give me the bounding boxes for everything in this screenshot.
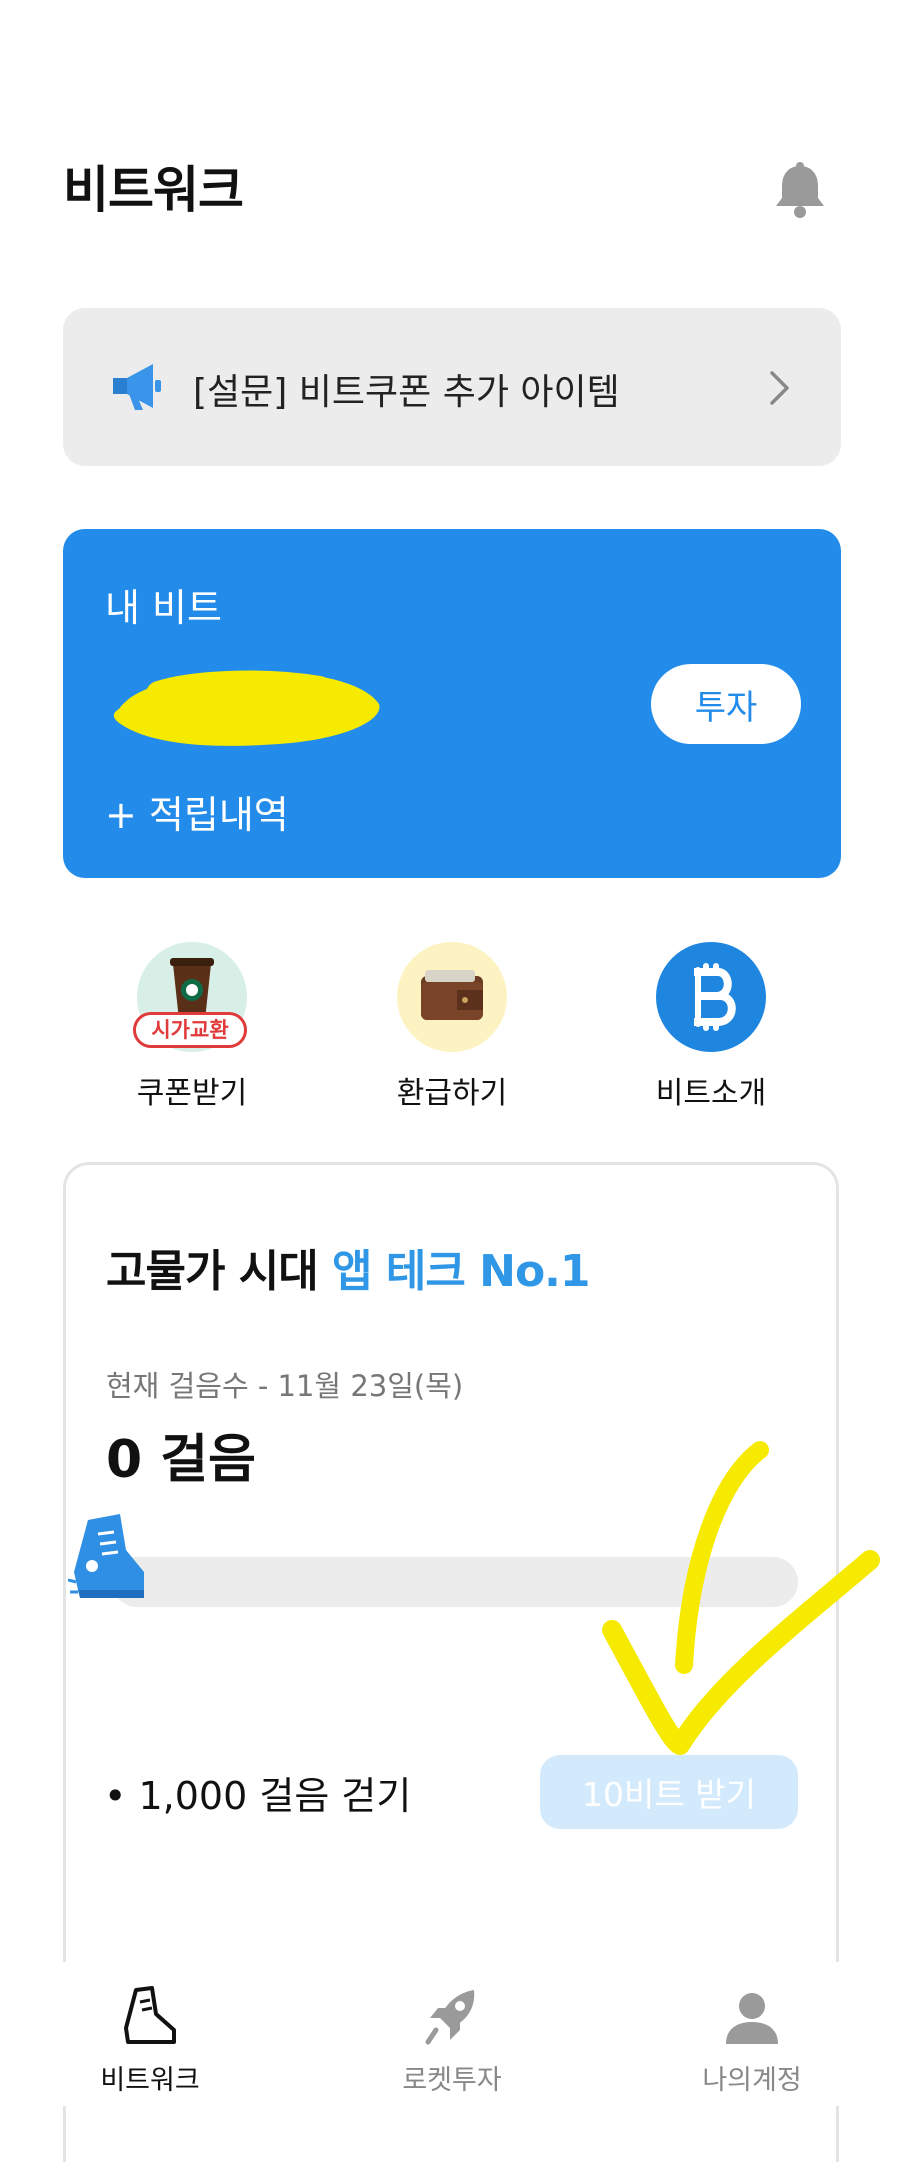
coupon-badge: 시가교환 [133, 1012, 247, 1048]
history-link[interactable]: + 적립내역 [105, 784, 289, 839]
nav-bitwork-label: 비트워크 [100, 2065, 200, 2096]
survey-banner[interactable]: [설문] 비트쿠폰 추가 아이템 [63, 308, 841, 466]
step-progress-bar [112, 1557, 798, 1607]
invest-button[interactable]: 투자 [651, 664, 801, 744]
my-bit-label: 내 비트 [105, 586, 222, 630]
banner-text: [설문] 비트쿠폰 추가 아이템 [193, 372, 620, 413]
coupon-shortcut[interactable]: 시가교환 쿠폰받기 [92, 942, 292, 1112]
megaphone-icon [107, 358, 165, 416]
nav-my-account[interactable]: 나의계정 [652, 1984, 852, 2097]
coffee-cup-icon: 시가교환 [133, 942, 247, 1052]
coupon-label: 쿠폰받기 [136, 1076, 248, 1111]
walk-heading-prefix: 고물가 시대 [106, 1246, 319, 1297]
bell-icon[interactable] [770, 160, 830, 220]
nav-bitwork[interactable]: 비트워크 [50, 1984, 250, 2097]
nav-rocket-invest[interactable]: 로켓투자 [352, 1984, 552, 2097]
refund-label: 환급하기 [396, 1076, 508, 1111]
bottom-nav: 비트워크 로켓투자 나의계정 [0, 1962, 904, 2106]
page-title: 비트워크 [63, 161, 244, 219]
nav-rocket-label: 로켓투자 [402, 2065, 502, 2096]
my-bit-card: 내 비트 투자 + 적립내역 [63, 529, 841, 878]
chevron-right-icon [767, 368, 793, 408]
bit-intro-shortcut[interactable]: 비트소개 [611, 942, 811, 1112]
bitcoin-icon [656, 942, 766, 1052]
person-icon [726, 1993, 778, 2044]
rocket-icon [425, 1990, 475, 2045]
balance-redaction [99, 649, 399, 759]
claim-bits-button[interactable]: 10비트 받기 [540, 1755, 798, 1829]
sneaker-icon [67, 1510, 148, 1610]
walk-heading-accent: 앱 테크 No.1 [332, 1246, 590, 1297]
bit-intro-label: 비트소개 [655, 1076, 767, 1111]
step-date: 현재 걸음수 - 11월 23일(목) [106, 1369, 464, 1403]
walk-task: • 1,000 걸음 걷기 [104, 1774, 412, 1818]
wallet-icon [397, 942, 507, 1052]
nav-account-label: 나의계정 [702, 2065, 802, 2096]
step-count: 0 걸음 [106, 1430, 256, 1490]
sneaker-icon [124, 1986, 176, 2044]
walk-heading: 고물가 시대 앱 테크 No.1 [106, 1235, 591, 1299]
refund-shortcut[interactable]: 환급하기 [352, 942, 552, 1112]
